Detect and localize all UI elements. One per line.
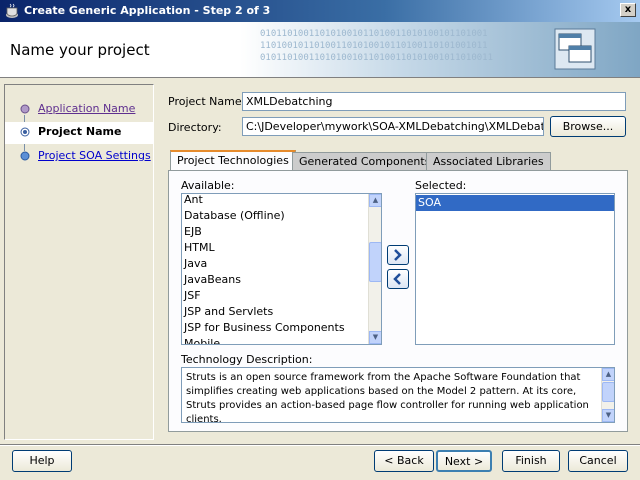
tab-panel-project-technologies: Available: Ant Database (Offline) EJB HT… [168,170,628,432]
scroll-down-arrow-icon[interactable]: ▼ [602,409,614,422]
wizard-header: 0101101001101010010110100110101001011010… [0,22,640,78]
scroll-thumb[interactable] [369,242,381,282]
header-binary-pattern: 0101101001101010010110100110101001011010… [260,29,493,63]
list-item[interactable]: JSP for Business Components [182,320,369,336]
scroll-up-arrow-icon[interactable]: ▲ [369,194,381,207]
step-project-soa-settings[interactable]: Project SOA Settings [5,146,153,168]
remove-technology-button[interactable] [387,269,409,289]
finish-button[interactable]: Finish [502,450,560,472]
next-button[interactable]: Next > [436,450,492,472]
description-scrollbar[interactable]: ▲ ▼ [601,368,614,422]
step-visited-icon [20,104,30,114]
step-pending-icon [20,151,30,161]
step-label: Project Name [38,125,122,138]
directory-input[interactable]: C:\JDeveloper\mywork\SOA-XMLDebatching\X… [242,117,544,136]
back-button[interactable]: < Back [374,450,434,472]
list-item[interactable]: Database (Offline) [182,208,369,224]
list-item[interactable]: HTML [182,240,369,256]
footer-separator [0,444,640,446]
selected-list[interactable]: SOA [415,193,615,345]
help-button[interactable]: Help [12,450,72,472]
list-item[interactable]: JSF [182,288,369,304]
available-list-scrollbar[interactable]: ▲ ▼ [368,194,381,344]
available-list[interactable]: Ant Database (Offline) EJB HTML Java Jav… [181,193,382,345]
step-label[interactable]: Application Name [38,102,135,115]
step-current-icon [20,127,30,137]
step-label[interactable]: Project SOA Settings [38,149,151,162]
list-item[interactable]: JavaBeans [182,272,369,288]
close-button[interactable]: x [620,3,636,17]
page-title: Name your project [10,41,150,59]
technology-description-box: Struts is an open source framework from … [181,367,615,423]
list-item[interactable]: EJB [182,224,369,240]
add-technology-button[interactable] [387,245,409,265]
directory-label: Directory: [168,121,222,134]
scroll-down-arrow-icon[interactable]: ▼ [369,331,381,344]
wizard-content: Project Name: XMLDebatching Directory: C… [160,84,636,440]
window-title: Create Generic Application - Step 2 of 3 [24,4,271,17]
title-bar: Create Generic Application - Step 2 of 3… [0,0,640,22]
chevron-left-icon [393,273,401,285]
technology-description-text: Struts is an open source framework from … [186,372,589,423]
available-label: Available: [181,179,235,192]
technology-description-label: Technology Description: [181,353,313,366]
list-item[interactable]: SOA [416,195,614,211]
scroll-up-arrow-icon[interactable]: ▲ [602,368,614,381]
list-item[interactable]: Java [182,256,369,272]
app-cup-icon [6,3,18,18]
step-application-name[interactable]: Application Name [5,99,153,121]
list-item[interactable]: Ant [182,194,369,208]
project-name-input[interactable]: XMLDebatching [242,92,626,111]
tab-generated-components[interactable]: Generated Components [292,152,438,170]
step-project-name[interactable]: Project Name [5,122,153,144]
project-name-label: Project Name: [168,95,246,108]
chevron-right-icon [394,249,402,261]
tab-project-technologies[interactable]: Project Technologies [170,150,296,170]
list-item[interactable]: JSP and Servlets [182,304,369,320]
wizard-steps-panel: Application Name Project Name Project SO… [4,84,154,440]
wizard-windows-icon [554,28,596,70]
tab-associated-libraries[interactable]: Associated Libraries [426,152,551,170]
selected-label: Selected: [415,179,467,192]
list-item[interactable]: Mobile [182,336,369,344]
available-items: Ant Database (Offline) EJB HTML Java Jav… [182,194,369,344]
scroll-thumb[interactable] [602,382,614,402]
browse-button[interactable]: Browse... [550,116,626,137]
cancel-button[interactable]: Cancel [568,450,628,472]
